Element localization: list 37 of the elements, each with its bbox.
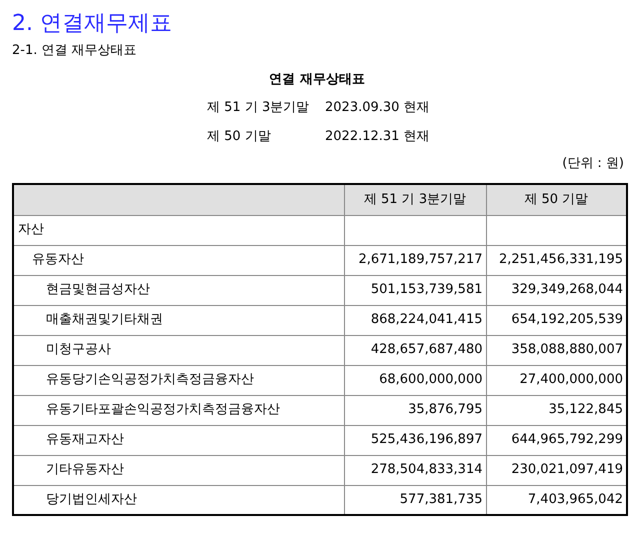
amount-value: 68,600,000,000 [379,372,482,387]
account-name: 매출채권및기타채권 [46,312,163,327]
amount-value: 654,192,205,539 [511,312,623,327]
section-heading: 2. 연결재무제표 [12,10,173,38]
account-name: 유동당기손익공정가치측정금융자산 [46,372,254,387]
account-name: 유동기타포괄손익공정가치측정금융자산 [46,402,280,417]
period-label: 제 50 기말 [207,128,272,146]
amount-value: 525,436,196,897 [370,432,482,447]
period-date: 2022.12.31 현재 [325,128,431,146]
statement-title: 연결 재무상태표 [269,71,365,89]
period-date: 2023.09.30 현재 [325,99,431,117]
amount-value: 501,153,739,581 [370,282,482,297]
amount-value: 2,671,189,757,217 [358,252,482,267]
amount-value: 35,876,795 [408,402,482,417]
account-name: 당기법인세자산 [46,492,137,507]
period-label: 제 51 기 3분기말 [207,99,310,117]
account-name: 자산 [18,222,44,237]
account-name: 현금및현금성자산 [46,282,150,297]
column-header: 제 51 기 3분기말 [344,184,486,215]
amount-value: 2,251,456,331,195 [498,252,623,267]
amount-value: 358,088,880,007 [511,342,623,357]
amount-value: 7,403,965,042 [528,492,623,507]
subsection-heading: 2-1. 연결 재무상태표 [12,42,138,60]
amount-value: 27,400,000,000 [520,372,623,387]
account-name: 유동자산 [32,252,84,267]
amount-value: 278,504,833,314 [370,462,482,477]
unit-label: (단위 : 원) [562,155,624,173]
amount-value: 35,122,845 [548,402,623,417]
amount-value: 644,965,792,299 [511,432,623,447]
account-name: 유동재고자산 [46,432,124,447]
amount-value: 329,349,268,044 [511,282,623,297]
account-name: 기타유동자산 [46,462,124,477]
amount-value: 577,381,735 [400,492,482,507]
amount-value: 230,021,097,419 [511,462,623,477]
amount-value: 868,224,041,415 [370,312,482,327]
account-name: 미청구공사 [46,342,111,357]
amount-value: 428,657,687,480 [370,342,482,357]
